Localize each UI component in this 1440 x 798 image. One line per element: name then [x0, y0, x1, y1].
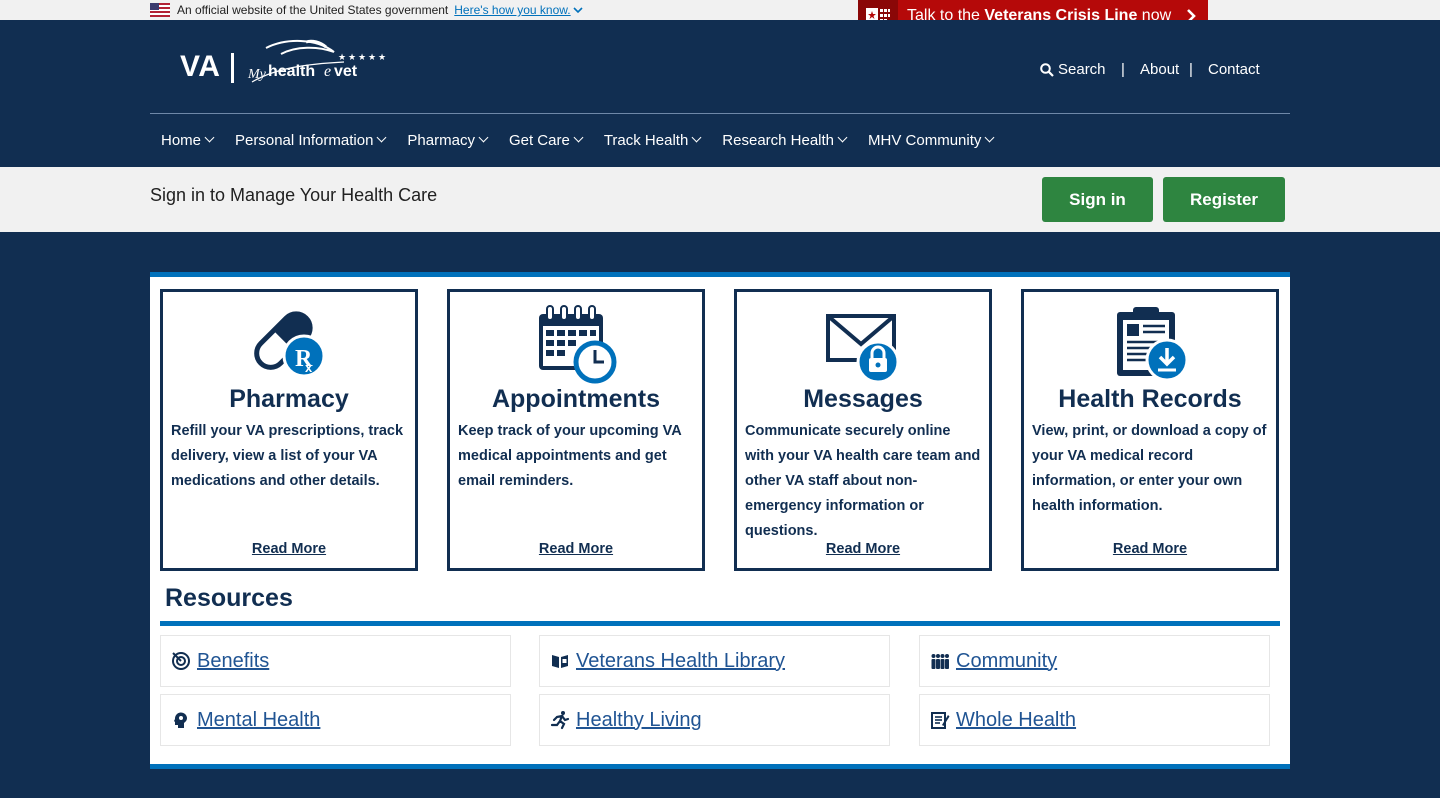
card-title: Appointments	[491, 385, 661, 413]
people-icon	[931, 654, 949, 669]
read-more-link[interactable]: Read More	[163, 541, 415, 557]
card-messages[interactable]: Messages Communicate securely online wit…	[734, 289, 992, 571]
heres-how-you-know-link[interactable]: Here's how you know.	[454, 3, 570, 17]
svg-text:★: ★	[338, 53, 346, 63]
resource-community[interactable]: Community	[919, 635, 1270, 687]
card-appointments[interactable]: Appointments Keep track of your upcoming…	[447, 289, 705, 571]
chevron-down-icon	[204, 132, 215, 143]
gov-banner-text: An official website of the United States…	[177, 3, 449, 17]
resource-healthy-living[interactable]: Healthy Living	[539, 694, 890, 746]
svg-text:★: ★	[368, 53, 376, 63]
resource-link[interactable]: Mental Health	[197, 709, 320, 732]
read-more-link[interactable]: Read More	[1024, 541, 1276, 557]
resource-veterans-health-library[interactable]: Veterans Health Library	[539, 635, 890, 687]
nav-personal-information[interactable]: Personal Information	[224, 132, 396, 149]
nav-research-health[interactable]: Research Health	[711, 132, 857, 149]
signin-prompt: Sign in to Manage Your Health Care	[150, 185, 438, 205]
site-header: VA My health e vet ★ ★ ★ ★ ★ Search | About …	[0, 20, 1440, 167]
pill-rx-icon: R x	[254, 311, 326, 378]
chevron-down-icon	[478, 132, 489, 143]
card-description: Refill your VA prescriptions, track deli…	[171, 423, 404, 489]
gov-banner: An official website of the United States…	[0, 0, 1440, 20]
nav-home[interactable]: Home	[150, 132, 224, 149]
notepad-icon	[931, 712, 950, 729]
read-more-link[interactable]: Read More	[737, 541, 989, 557]
search-link-label: Search	[1058, 61, 1106, 78]
main-panel: R x Pharmacy Refill your VA prescription…	[150, 272, 1290, 769]
svg-text:e: e	[324, 63, 331, 80]
target-icon	[172, 652, 190, 670]
search-link[interactable]: Search	[1040, 61, 1106, 78]
svg-text:x: x	[305, 360, 313, 375]
chevron-down-icon	[573, 132, 584, 143]
book-icon	[552, 655, 568, 668]
nav-get-care[interactable]: Get Care	[498, 132, 593, 149]
chevron-down-icon[interactable]	[573, 6, 583, 14]
chevron-down-icon	[984, 132, 995, 143]
nav-mhv-community[interactable]: MHV Community	[857, 132, 1004, 149]
logo-divider	[231, 53, 234, 83]
svg-text:★: ★	[348, 53, 356, 63]
svg-text:★: ★	[378, 53, 386, 63]
register-button[interactable]: Register	[1163, 177, 1285, 222]
card-description: Communicate securely online with your VA…	[745, 423, 981, 539]
va-logo[interactable]: VA	[180, 50, 220, 84]
nav-track-health[interactable]: Track Health	[593, 132, 711, 149]
resource-link[interactable]: Community	[956, 650, 1057, 673]
my-healthevet-logo-icon[interactable]: My health e vet ★ ★ ★ ★ ★	[246, 38, 386, 88]
about-link[interactable]: About	[1140, 61, 1179, 78]
resource-link[interactable]: Benefits	[197, 650, 269, 673]
document-download-icon	[1117, 307, 1189, 382]
search-icon	[1040, 62, 1054, 77]
card-title: Messages	[803, 385, 923, 413]
svg-text:★: ★	[358, 53, 366, 63]
calendar-clock-icon	[539, 305, 617, 384]
chevron-down-icon	[376, 132, 387, 143]
runner-icon	[550, 711, 570, 730]
utility-separator: |	[1189, 61, 1193, 78]
read-more-link[interactable]: Read More	[450, 541, 702, 557]
card-description: View, print, or download a copy of your …	[1032, 423, 1267, 514]
resource-link[interactable]: Veterans Health Library	[576, 650, 785, 673]
utility-separator: |	[1121, 61, 1125, 78]
resource-mental-health[interactable]: Mental Health	[160, 694, 511, 746]
signin-band: Sign in to Manage Your Health Care Sign …	[0, 167, 1440, 232]
header-divider	[150, 113, 1290, 114]
resource-link[interactable]: Whole Health	[956, 709, 1076, 732]
card-title: Pharmacy	[229, 385, 349, 413]
main-nav: Home Personal Information Pharmacy Get C…	[150, 132, 1004, 149]
resource-benefits[interactable]: Benefits	[160, 635, 511, 687]
card-title: Health Records	[1058, 385, 1242, 413]
us-flag-icon	[150, 3, 170, 17]
card-description: Keep track of your upcoming VA medical a…	[458, 423, 682, 489]
resource-link[interactable]: Healthy Living	[576, 709, 702, 732]
card-health-records[interactable]: Health Records View, print, or download …	[1021, 289, 1279, 571]
nav-pharmacy[interactable]: Pharmacy	[396, 132, 498, 149]
resource-whole-health[interactable]: Whole Health	[919, 694, 1270, 746]
envelope-lock-icon	[826, 314, 900, 384]
head-icon	[174, 712, 187, 728]
contact-link[interactable]: Contact	[1208, 61, 1260, 78]
card-pharmacy[interactable]: R x Pharmacy Refill your VA prescription…	[160, 289, 418, 571]
chevron-down-icon	[837, 132, 848, 143]
resources-heading: Resources	[165, 584, 293, 612]
resources-divider	[160, 621, 1280, 626]
svg-text:vet: vet	[334, 63, 358, 80]
chevron-down-icon	[691, 132, 702, 143]
sign-in-button[interactable]: Sign in	[1042, 177, 1153, 222]
